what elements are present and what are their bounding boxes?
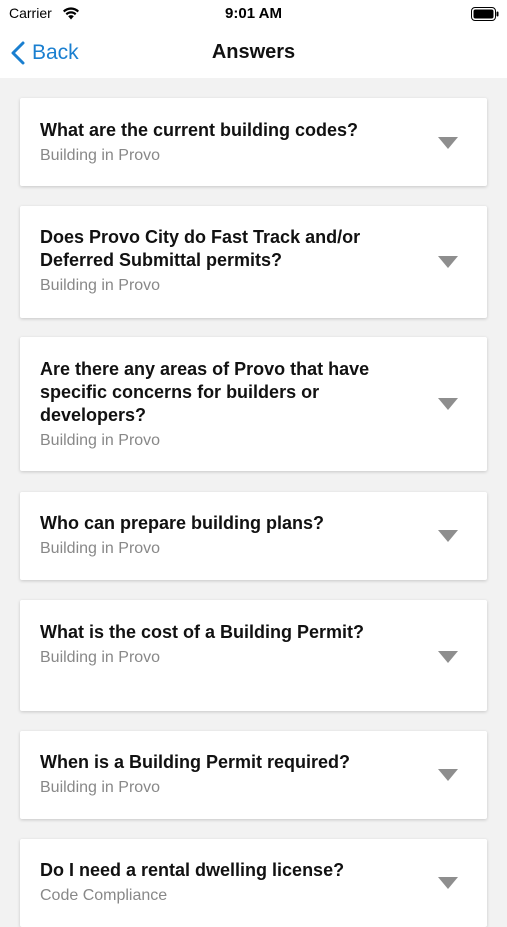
category-text: Building in Provo [40, 779, 161, 796]
list-item[interactable]: When is a Building Permit required? Buil… [20, 731, 487, 819]
question-text: Does Provo City do Fast Track and/or Def… [40, 227, 361, 270]
list-item[interactable]: Do I need a rental dwelling license? Cod… [20, 839, 487, 927]
chevron-down-icon [438, 769, 458, 781]
chevron-down-icon [438, 398, 458, 410]
list-item[interactable]: Does Provo City do Fast Track and/or Def… [20, 206, 487, 318]
status-time: 9:01 AM [225, 5, 282, 22]
question-text: What is the cost of a Building Permit? [40, 622, 365, 642]
page-title: Answers [211, 41, 296, 63]
question-text: Do I need a rental dwelling license? [40, 860, 345, 880]
navigation-bar: Back Answers [0, 28, 507, 78]
category-text: Code Compliance [40, 887, 168, 904]
list-item[interactable]: Are there any areas of Provo that have s… [20, 337, 487, 471]
category-text: Building in Provo [40, 277, 161, 294]
status-bar: Carrier 9:01 AM [0, 0, 507, 28]
list-item[interactable]: What are the current building codes? Bui… [20, 98, 487, 186]
chevron-down-icon [438, 256, 458, 268]
chevron-down-icon [438, 530, 458, 542]
question-text: What are the current building codes? [40, 120, 359, 140]
list-item[interactable]: Who can prepare building plans? Building… [20, 492, 487, 580]
chevron-down-icon [438, 651, 458, 663]
category-text: Building in Provo [40, 432, 161, 449]
chevron-down-icon [438, 877, 458, 889]
chevron-down-icon [438, 137, 458, 149]
question-text: When is a Building Permit required? [40, 752, 351, 772]
question-text: Are there any areas of Provo that have s… [40, 359, 370, 425]
category-text: Building in Provo [40, 649, 161, 666]
question-text: Who can prepare building plans? [40, 513, 325, 533]
list-item[interactable]: What is the cost of a Building Permit? B… [20, 600, 487, 711]
category-text: Building in Provo [40, 540, 161, 557]
battery-icon [471, 7, 499, 21]
category-text: Building in Provo [40, 147, 161, 164]
